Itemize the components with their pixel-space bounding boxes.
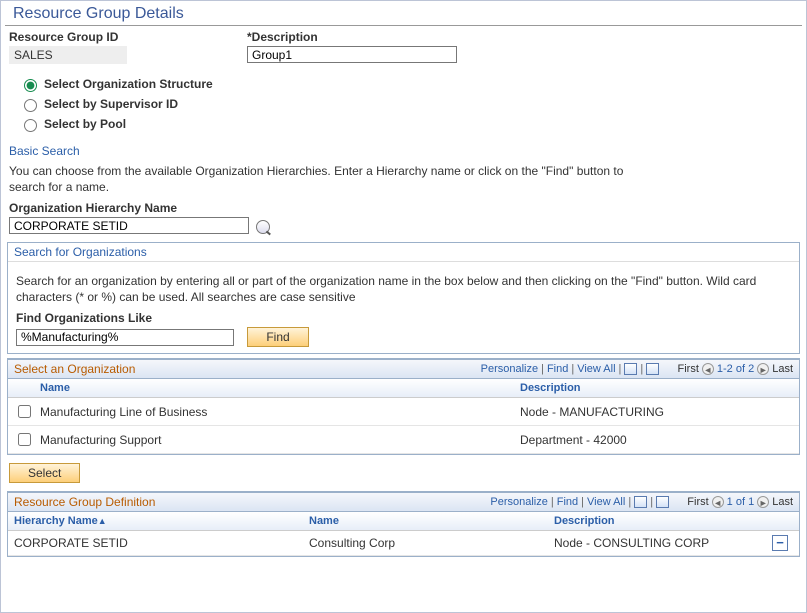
row-name: Manufacturing Support (40, 433, 520, 447)
description-label: *Description (247, 30, 457, 44)
table-row: Manufacturing Support Department - 42000 (8, 426, 799, 454)
zoom-icon[interactable] (624, 363, 637, 375)
view-all-link[interactable]: View All (577, 363, 615, 375)
select-organization-grid: Select an Organization Personalize | Fin… (7, 358, 800, 455)
search-organizations-title: Search for Organizations (8, 243, 799, 262)
personalize-link[interactable]: Personalize (481, 363, 538, 375)
sort-asc-icon: ▲ (98, 516, 107, 526)
column-name[interactable]: Name (303, 512, 548, 530)
find-link[interactable]: Find (547, 363, 568, 375)
select-org-structure-label: Select Organization Structure (44, 77, 213, 91)
page-title: Resource Group Details (5, 1, 802, 26)
lookup-icon[interactable] (256, 220, 270, 234)
select-organization-title: Select an Organization (14, 362, 135, 376)
select-pool-label: Select by Pool (44, 117, 126, 131)
basic-search-link[interactable]: Basic Search (9, 144, 80, 158)
row-description: Node - CONSULTING CORP (554, 536, 767, 550)
table-row: CORPORATE SETID Consulting Corp Node - C… (8, 531, 799, 556)
hierarchy-name-label: Organization Hierarchy Name (9, 201, 798, 215)
select-pool-radio[interactable] (24, 119, 37, 132)
view-all-link[interactable]: View All (587, 496, 625, 508)
nav-prev-icon[interactable]: ◄ (712, 496, 724, 508)
description-field[interactable] (247, 46, 457, 63)
column-description[interactable]: Description (548, 512, 773, 530)
nav-first[interactable]: First (678, 363, 699, 375)
column-hierarchy-name[interactable]: Hierarchy Name▲ (8, 512, 303, 530)
resource-group-definition-title: Resource Group Definition (14, 495, 155, 509)
select-supervisor-label: Select by Supervisor ID (44, 97, 178, 111)
find-link[interactable]: Find (557, 496, 578, 508)
download-icon[interactable] (656, 496, 669, 508)
row-checkbox[interactable] (18, 433, 31, 446)
nav-prev-icon[interactable]: ◄ (702, 363, 714, 375)
column-description[interactable]: Description (514, 379, 799, 397)
column-name[interactable]: Name (34, 379, 514, 397)
resource-group-definition-grid: Resource Group Definition Personalize | … (7, 491, 800, 557)
search-organizations-help: Search for an organization by entering a… (16, 274, 791, 305)
select-supervisor-radio[interactable] (24, 99, 37, 112)
resource-group-id-label: Resource Group ID (9, 30, 127, 44)
search-organizations-panel: Search for Organizations Search for an o… (7, 242, 800, 354)
nav-range: 1-2 of 2 (717, 363, 754, 375)
find-organizations-field[interactable] (16, 329, 234, 346)
row-description: Department - 42000 (520, 433, 793, 447)
select-button[interactable]: Select (9, 463, 80, 483)
find-button[interactable]: Find (247, 327, 308, 347)
nav-last[interactable]: Last (772, 363, 793, 375)
row-hierarchy: CORPORATE SETID (14, 536, 309, 550)
nav-next-icon[interactable]: ► (757, 363, 769, 375)
nav-next-icon[interactable]: ► (757, 496, 769, 508)
find-organizations-label: Find Organizations Like (16, 311, 791, 325)
row-name: Consulting Corp (309, 536, 554, 550)
delete-row-button[interactable]: − (772, 535, 788, 551)
resource-group-id-value: SALES (9, 46, 127, 64)
hierarchy-name-field[interactable] (9, 217, 249, 234)
table-row: Manufacturing Line of Business Node - MA… (8, 398, 799, 426)
personalize-link[interactable]: Personalize (490, 496, 547, 508)
basic-search-help: You can choose from the available Organi… (9, 164, 629, 195)
row-checkbox[interactable] (18, 405, 31, 418)
zoom-icon[interactable] (634, 496, 647, 508)
select-org-structure-radio[interactable] (24, 79, 37, 92)
row-name: Manufacturing Line of Business (40, 405, 520, 419)
row-description: Node - MANUFACTURING (520, 405, 793, 419)
nav-first[interactable]: First (687, 496, 708, 508)
nav-last[interactable]: Last (772, 496, 793, 508)
download-icon[interactable] (646, 363, 659, 375)
nav-range: 1 of 1 (727, 496, 755, 508)
